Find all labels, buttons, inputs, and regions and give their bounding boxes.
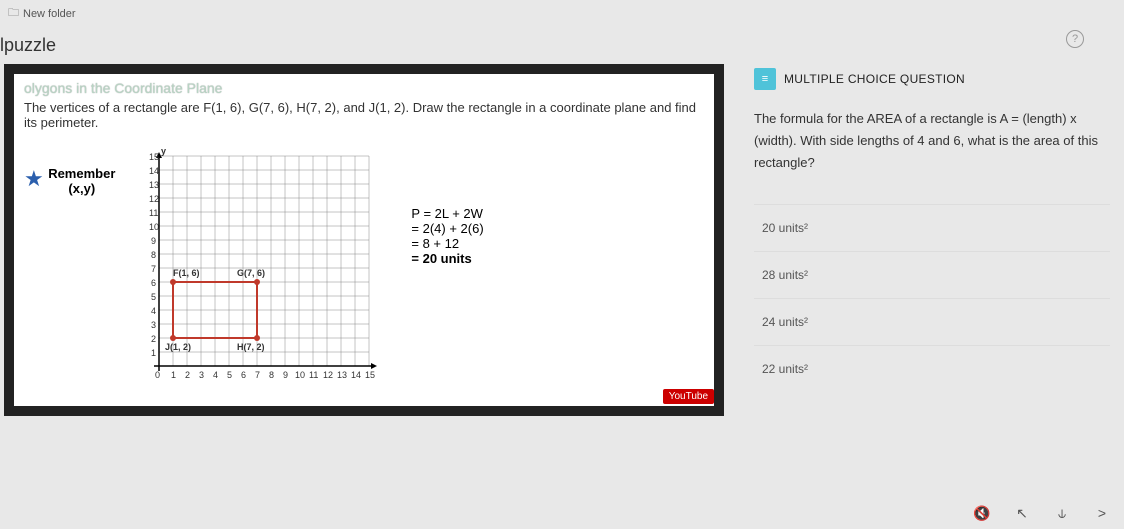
choice-3[interactable]: 24 units²: [754, 298, 1110, 345]
svg-text:9: 9: [151, 236, 156, 246]
help-icon[interactable]: ?: [1066, 30, 1084, 48]
svg-text:13: 13: [149, 180, 159, 190]
svg-text:4: 4: [151, 306, 156, 316]
pointer-icon[interactable]: ↖: [1010, 501, 1034, 525]
question-type: MULTIPLE CHOICE QUESTION: [784, 72, 965, 86]
remember-label: Remember: [48, 166, 115, 181]
question-panel: ≡ MULTIPLE CHOICE QUESTION The formula f…: [744, 64, 1120, 416]
page-title-row: lpuzzle: [0, 27, 1124, 64]
svg-text:3: 3: [199, 370, 204, 380]
caption-icon[interactable]: ⫝: [1050, 501, 1074, 525]
svg-text:14: 14: [351, 370, 361, 380]
svg-text:13: 13: [337, 370, 347, 380]
slide-prompt: The vertices of a rectangle are F(1, 6),…: [24, 100, 706, 130]
svg-text:3: 3: [151, 320, 156, 330]
calc-line-4: = 20 units: [411, 251, 483, 266]
svg-text:11: 11: [309, 370, 318, 380]
star-icon: ★: [24, 166, 44, 192]
svg-text:14: 14: [149, 166, 159, 176]
question-text: The formula for the AREA of a rectangle …: [754, 108, 1110, 174]
choice-4[interactable]: 22 units²: [754, 345, 1110, 392]
svg-text:4: 4: [213, 370, 218, 380]
bottom-toolbar: 🔇 ↖ ⫝ >: [970, 501, 1114, 525]
svg-text:9: 9: [283, 370, 288, 380]
svg-text:F(1, 6): F(1, 6): [173, 268, 200, 278]
svg-text:2: 2: [185, 370, 190, 380]
choice-2[interactable]: 28 units²: [754, 251, 1110, 298]
folder-name: New folder: [23, 8, 76, 20]
svg-text:7: 7: [255, 370, 260, 380]
remember-xy: (x,y): [48, 181, 115, 196]
svg-text:1: 1: [151, 348, 156, 358]
svg-text:5: 5: [227, 370, 232, 380]
svg-text:12: 12: [149, 194, 159, 204]
folder-icon: 🗀: [8, 4, 19, 23]
svg-text:H(7, 2): H(7, 2): [237, 342, 265, 352]
calc-line-3: = 8 + 12: [411, 236, 483, 251]
video-slide: olygons in the Coordinate Plane The vert…: [4, 64, 724, 416]
svg-text:0: 0: [155, 370, 160, 380]
svg-text:6: 6: [241, 370, 246, 380]
next-icon[interactable]: >: [1090, 501, 1114, 525]
perimeter-calc: P = 2L + 2W = 2(4) + 2(6) = 8 + 12 = 20 …: [411, 206, 483, 386]
svg-text:10: 10: [295, 370, 305, 380]
svg-text:15: 15: [149, 152, 159, 162]
calc-line-2: = 2(4) + 2(6): [411, 221, 483, 236]
mc-icon: ≡: [754, 68, 776, 90]
coordinate-graph: F(1, 6) G(7, 6) H(7, 2) J(1, 2) 15141312…: [131, 146, 391, 386]
svg-text:J(1, 2): J(1, 2): [165, 342, 191, 352]
svg-text:12: 12: [323, 370, 333, 380]
svg-text:5: 5: [151, 292, 156, 302]
breadcrumb: 🗀 New folder: [0, 0, 1124, 27]
svg-text:7: 7: [151, 264, 156, 274]
choice-1[interactable]: 20 units²: [754, 204, 1110, 251]
svg-text:10: 10: [149, 222, 159, 232]
youtube-badge[interactable]: YouTube: [663, 389, 714, 404]
slide-heading: olygons in the Coordinate Plane: [24, 80, 706, 96]
y-axis-label: y: [161, 146, 166, 156]
calc-line-1: P = 2L + 2W: [411, 206, 483, 221]
mute-icon[interactable]: 🔇: [970, 501, 994, 525]
page-title: lpuzzle: [0, 35, 1124, 56]
svg-text:8: 8: [269, 370, 274, 380]
svg-text:G(7, 6): G(7, 6): [237, 268, 265, 278]
remember-box: ★ Remember (x,y): [24, 166, 115, 386]
svg-text:8: 8: [151, 250, 156, 260]
svg-text:2: 2: [151, 334, 156, 344]
svg-text:6: 6: [151, 278, 156, 288]
svg-text:15: 15: [365, 370, 375, 380]
svg-text:11: 11: [149, 208, 158, 218]
svg-text:1: 1: [171, 370, 176, 380]
